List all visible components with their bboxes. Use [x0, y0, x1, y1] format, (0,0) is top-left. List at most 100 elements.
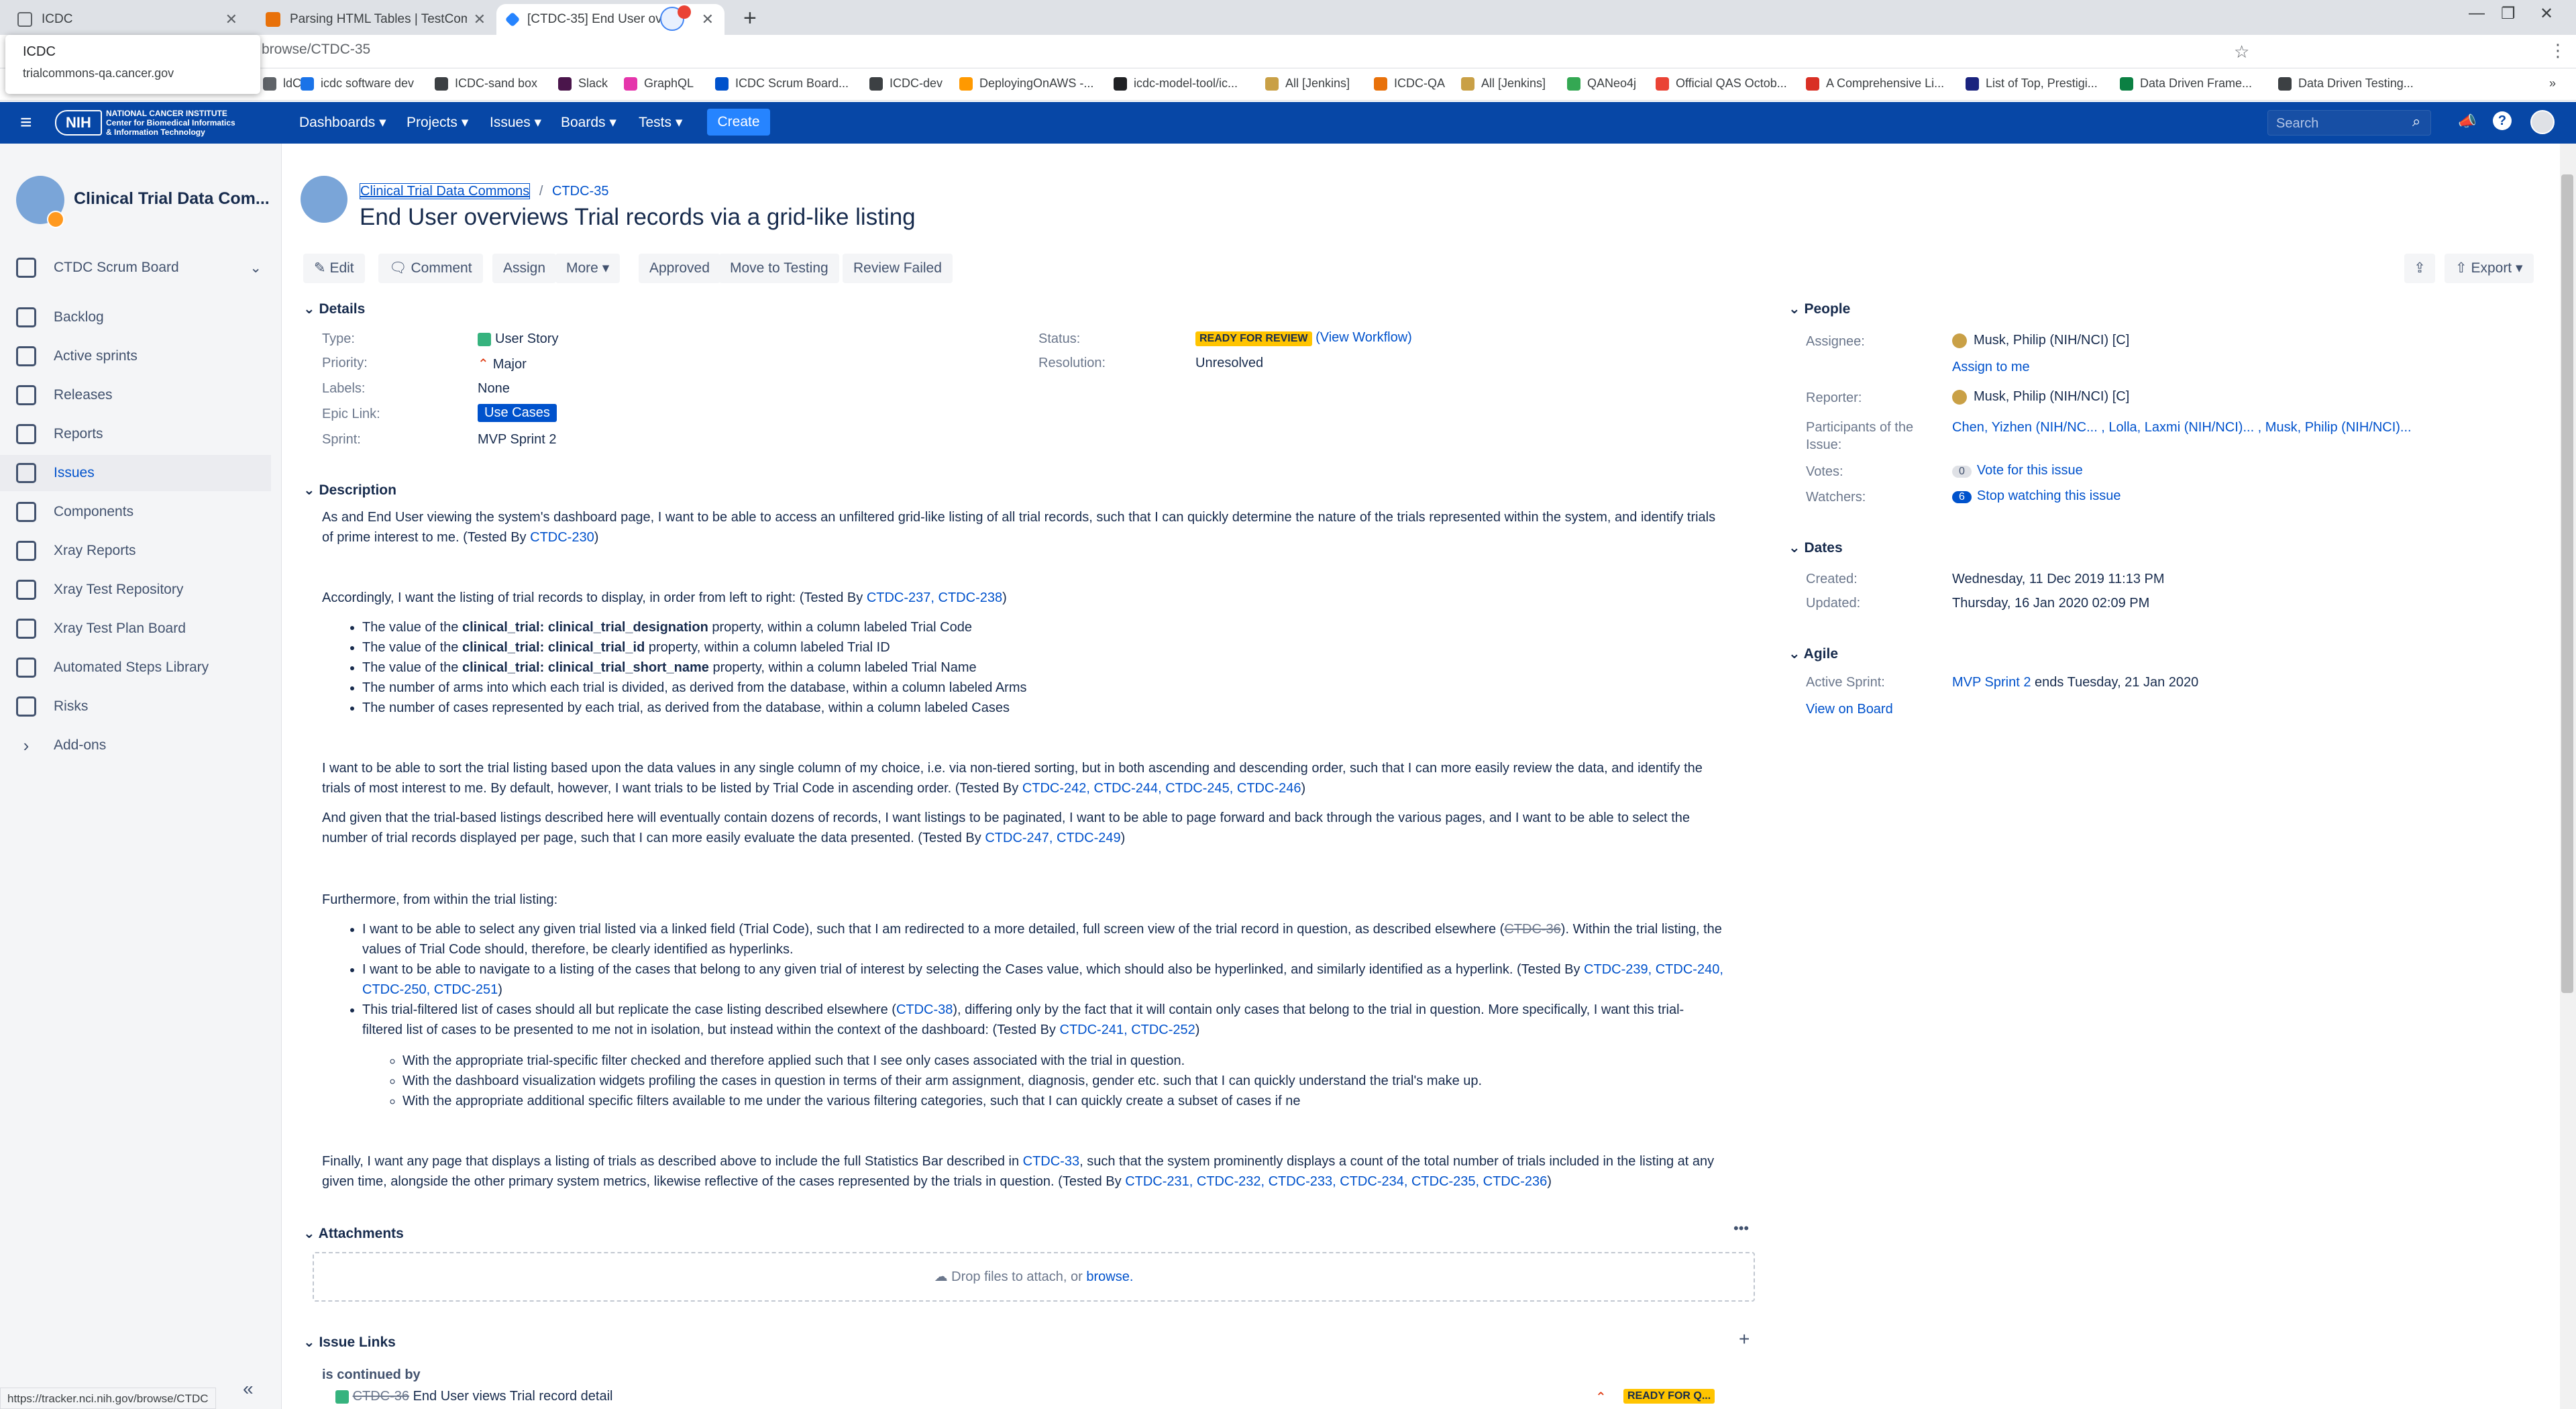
nav-issues[interactable]: Issues ▾ [490, 114, 541, 131]
reporter-value[interactable]: Musk, Philip (NIH/NCI) [C] [1952, 389, 2129, 405]
url-field[interactable]: browse/CTDC-35 [262, 42, 370, 58]
more-bookmarks-icon[interactable]: » [2549, 76, 2556, 91]
board-selector[interactable]: CTDC Scrum Board ⌄ [0, 250, 271, 286]
bookmark-item[interactable]: DeployingOnAWS -... [959, 76, 1093, 91]
nav-boards[interactable]: Boards ▾ [561, 114, 616, 131]
issue-link[interactable]: CTDC-242, CTDC-244, CTDC-245, CTDC-246 [1022, 781, 1301, 796]
bookmark-item[interactable]: ldC [263, 76, 301, 91]
more-options-icon[interactable]: ••• [1733, 1220, 1749, 1237]
review-failed-button[interactable]: Review Failed [843, 254, 953, 283]
more-button[interactable]: More ▾ [555, 254, 621, 283]
browser-menu-icon[interactable]: ⋮ [2549, 40, 2567, 61]
bookmark-item[interactable]: List of Top, Prestigi... [1966, 76, 2098, 91]
issue-link[interactable]: CTDC-36 [1504, 922, 1560, 937]
issue-title[interactable]: End User overviews Trial records via a g… [360, 204, 916, 231]
bookmark-item[interactable]: ICDC-sand box [435, 76, 537, 91]
people-heading[interactable]: ⌄ People [1788, 301, 1850, 317]
add-link-plus-icon[interactable]: + [1739, 1328, 1750, 1350]
nav-projects[interactable]: Projects ▾ [407, 114, 468, 131]
bookmark-item[interactable]: Slack [558, 76, 608, 91]
new-tab-plus-icon[interactable]: + [743, 5, 757, 32]
sidebar-item-backlog[interactable]: Backlog [0, 299, 271, 335]
issue-link[interactable]: CTDC-247, CTDC-249 [985, 831, 1120, 845]
comment-button[interactable]: 🗨 Comment [378, 254, 483, 283]
export-button[interactable]: ⇧ Export ▾ [2445, 254, 2534, 283]
browser-tab-parsing[interactable]: Parsing HTML Tables | TestComp... ✕ [255, 4, 496, 35]
collapse-sidebar-icon[interactable]: « [243, 1378, 254, 1400]
linked-issue-row[interactable]: CTDC-36 End User views Trial record deta… [335, 1389, 612, 1404]
close-tab-icon[interactable]: ✕ [225, 11, 237, 28]
nih-logo[interactable]: NIH [55, 110, 102, 136]
issue-link[interactable]: CTDC-237, CTDC-238 [867, 590, 1002, 605]
approved-button[interactable]: Approved [639, 254, 720, 283]
browser-tab-icdc[interactable]: ICDC ✕ [7, 4, 248, 35]
sidebar-item-xray-test-plan-board[interactable]: Xray Test Plan Board [0, 611, 271, 647]
bookmark-item[interactable]: Data Driven Testing... [2278, 76, 2414, 91]
sprint-link[interactable]: MVP Sprint 2 [1952, 675, 2031, 690]
project-avatar-large[interactable] [301, 176, 347, 223]
bookmark-item[interactable]: A Comprehensive Li... [1806, 76, 1944, 91]
epic-link-lozenge[interactable]: Use Cases [478, 404, 557, 422]
search-input[interactable]: Search [2267, 110, 2431, 136]
dates-heading[interactable]: ⌄ Dates [1788, 539, 1843, 556]
bookmark-star-icon[interactable]: ☆ [2234, 42, 2249, 62]
edit-button[interactable]: ✎ Edit [303, 254, 365, 283]
nav-dashboards[interactable]: Dashboards ▾ [299, 114, 386, 131]
nav-tests[interactable]: Tests ▾ [639, 114, 682, 131]
linked-issue-key[interactable]: CTDC-36 [353, 1389, 409, 1404]
issue-links-heading[interactable]: ⌄ Issue Links [303, 1334, 396, 1351]
sidebar-item-reports[interactable]: Reports [0, 416, 271, 452]
sidebar-item-risks[interactable]: Risks [0, 688, 271, 725]
bookmark-item[interactable]: QANeo4j [1567, 76, 1636, 91]
restore-icon[interactable]: ❐ [2501, 4, 2516, 23]
issue-link[interactable]: CTDC-241, CTDC-252 [1060, 1023, 1195, 1037]
sidebar-item-releases[interactable]: Releases [0, 377, 271, 413]
project-name[interactable]: Clinical Trial Data Com... [74, 189, 270, 209]
bookmark-item[interactable]: icdc software dev [301, 76, 414, 91]
sidebar-item-components[interactable]: Components [0, 494, 271, 530]
assignee-value[interactable]: Musk, Philip (NIH/NCI) [C] [1952, 333, 2129, 348]
bookmark-item[interactable]: All [Jenkins] [1461, 76, 1546, 91]
sidebar-item-xray-reports[interactable]: Xray Reports [0, 533, 271, 569]
scrollbar-thumb[interactable] [2561, 174, 2573, 993]
user-avatar[interactable] [2530, 110, 2555, 134]
feedback-icon[interactable]: 📣 [2458, 113, 2476, 130]
sidebar-item-issues[interactable]: Issues [0, 455, 271, 491]
issue-link[interactable]: CTDC-33 [1023, 1154, 1079, 1169]
close-window-icon[interactable]: ✕ [2540, 4, 2553, 23]
share-button[interactable]: ⇪ [2404, 254, 2435, 283]
issue-link[interactable]: CTDC-230 [530, 530, 594, 545]
move-to-testing-button[interactable]: Move to Testing [719, 254, 839, 283]
bookmark-item[interactable]: ICDC-QA [1374, 76, 1445, 91]
issue-link[interactable]: CTDC-38 [896, 1002, 953, 1017]
attachment-dropzone[interactable]: ☁ Drop files to attach, or browse. [313, 1252, 1755, 1302]
assign-button[interactable]: Assign [492, 254, 557, 283]
details-heading[interactable]: ⌄ Details [303, 301, 365, 317]
browse-link[interactable]: browse. [1086, 1269, 1133, 1284]
bookmark-item[interactable]: ICDC Scrum Board... [715, 76, 849, 91]
participants-list[interactable]: Chen, Yizhen (NIH/NC... , Lolla, Laxmi (… [1952, 420, 2412, 435]
vote-link[interactable]: Vote for this issue [1977, 463, 2083, 478]
sidebar-item-active-sprints[interactable]: Active sprints [0, 338, 271, 374]
help-icon[interactable]: ? [2493, 111, 2512, 130]
breadcrumb-issue-link[interactable]: CTDC-35 [552, 184, 608, 199]
app-switcher-icon[interactable]: ≡ [20, 111, 32, 134]
bookmark-item[interactable]: icdc-model-tool/ic... [1114, 76, 1238, 91]
bookmark-item[interactable]: Data Driven Frame... [2120, 76, 2252, 91]
close-tab-icon[interactable]: ✕ [474, 11, 486, 28]
minimize-icon[interactable]: — [2469, 4, 2485, 23]
description-heading[interactable]: ⌄ Description [303, 482, 396, 499]
sidebar-item-xray-test-repository[interactable]: Xray Test Repository [0, 572, 271, 608]
breadcrumb-project-link[interactable]: Clinical Trial Data Commons [360, 183, 531, 199]
view-on-board-link[interactable]: View on Board [1806, 702, 1893, 717]
bookmark-item[interactable]: All [Jenkins] [1265, 76, 1350, 91]
bookmark-item[interactable]: GraphQL [624, 76, 694, 91]
view-workflow-link[interactable]: (View Workflow) [1316, 330, 1412, 345]
sidebar-item-add-ons[interactable]: › Add-ons [0, 727, 271, 764]
close-tab-icon[interactable]: ✕ [702, 11, 714, 28]
assign-to-me-link[interactable]: Assign to me [1952, 360, 2030, 375]
create-button[interactable]: Create [707, 109, 770, 136]
sidebar-item-automated-steps-library[interactable]: Automated Steps Library [0, 649, 271, 686]
agile-heading[interactable]: ⌄ Agile [1788, 645, 1838, 662]
bookmark-item[interactable]: Official QAS Octob... [1656, 76, 1787, 91]
